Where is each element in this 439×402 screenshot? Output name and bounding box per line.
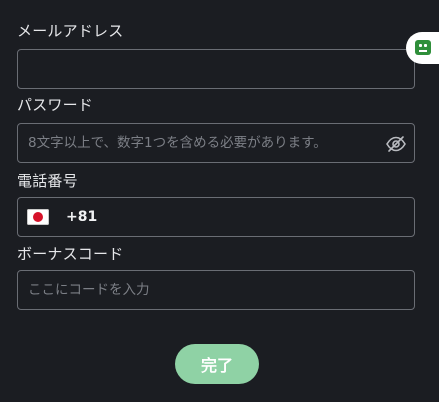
- bonus-code-input[interactable]: [18, 271, 414, 309]
- phone-field-box: +81: [17, 197, 415, 237]
- eye-slash-icon[interactable]: [385, 134, 407, 154]
- email-field-box: [17, 49, 415, 89]
- password-input[interactable]: [18, 124, 414, 162]
- submit-button[interactable]: 完了: [175, 344, 259, 384]
- bonus-code-field-box: [17, 270, 415, 310]
- phone-label: 電話番号: [17, 172, 78, 190]
- password-label: パスワード: [17, 96, 94, 114]
- bonus-code-label: ボーナスコード: [17, 245, 124, 263]
- phone-input[interactable]: [18, 198, 414, 236]
- email-label: メールアドレス: [17, 22, 124, 40]
- robot-icon: [415, 40, 431, 55]
- password-field-box: [17, 123, 415, 163]
- email-input[interactable]: [18, 50, 414, 88]
- helper-widget[interactable]: [406, 32, 439, 64]
